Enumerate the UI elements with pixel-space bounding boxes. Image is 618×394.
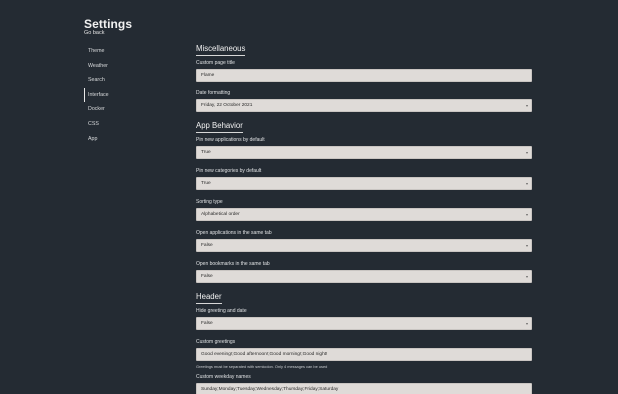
open-bookmarks-same-tab-label: Open bookmarks in the same tab xyxy=(196,261,270,267)
go-back-link[interactable]: Go back xyxy=(84,30,104,36)
sidebar-item-docker[interactable]: Docker xyxy=(84,102,154,117)
pin-categories-value: True xyxy=(201,181,211,186)
section-title-app-behavior: App Behavior xyxy=(196,121,243,133)
pin-apps-value: True xyxy=(201,150,211,155)
page-title: Settings xyxy=(84,17,133,31)
chevron-down-icon: ▾ xyxy=(525,321,528,326)
chevron-down-icon: ▾ xyxy=(525,181,528,186)
custom-page-title-value: Flame xyxy=(201,73,215,78)
settings-sidebar: Theme Weather Search Interface Docker CS… xyxy=(84,44,154,146)
custom-weekday-input[interactable]: Sunday;Monday;Tuesday;Wednesday;Thursday… xyxy=(196,383,532,394)
sidebar-item-app[interactable]: App xyxy=(84,132,154,147)
chevron-down-icon: ▾ xyxy=(525,103,528,108)
open-apps-same-tab-label: Open applications in the same tab xyxy=(196,230,272,236)
pin-apps-label: Pin new applications by default xyxy=(196,137,265,143)
open-apps-same-tab-select[interactable]: False ▾ xyxy=(196,239,532,252)
open-bookmarks-same-tab-select[interactable]: False ▾ xyxy=(196,270,532,283)
pin-categories-label: Pin new categories by default xyxy=(196,168,262,174)
hide-greeting-select[interactable]: False ▾ xyxy=(196,317,532,330)
hide-greeting-value: False xyxy=(201,321,213,326)
date-formatting-label: Date formatting xyxy=(196,90,231,96)
custom-weekday-value: Sunday;Monday;Tuesday;Wednesday;Thursday… xyxy=(201,387,339,392)
pin-apps-select[interactable]: True ▾ xyxy=(196,146,532,159)
chevron-down-icon: ▾ xyxy=(525,274,528,279)
pin-categories-select[interactable]: True ▾ xyxy=(196,177,532,190)
sorting-type-label: Sorting type xyxy=(196,199,223,205)
custom-greetings-input[interactable]: Good evening!;Good afternoon!;Good morni… xyxy=(196,348,532,361)
sidebar-item-weather[interactable]: Weather xyxy=(84,59,154,74)
custom-greetings-hint: Greetings must be separated with semicol… xyxy=(196,364,328,369)
section-title-header: Header xyxy=(196,292,222,304)
hide-greeting-label: Hide greeting and date xyxy=(196,308,247,314)
sidebar-item-theme[interactable]: Theme xyxy=(84,44,154,59)
date-formatting-select[interactable]: Friday, 22 October 2021 ▾ xyxy=(196,99,532,112)
chevron-down-icon: ▾ xyxy=(525,243,528,248)
custom-page-title-label: Custom page title xyxy=(196,60,235,66)
custom-weekday-label: Custom weekday names xyxy=(196,374,251,380)
custom-greetings-label: Custom greetings xyxy=(196,339,236,345)
open-bookmarks-same-tab-value: False xyxy=(201,274,213,279)
section-title-miscellaneous: Miscellaneous xyxy=(196,44,246,56)
chevron-down-icon: ▾ xyxy=(525,212,528,217)
chevron-down-icon: ▾ xyxy=(525,150,528,155)
custom-page-title-input[interactable]: Flame xyxy=(196,69,532,82)
sidebar-item-interface[interactable]: Interface xyxy=(84,87,154,103)
sidebar-item-css[interactable]: CSS xyxy=(84,117,154,132)
open-apps-same-tab-value: False xyxy=(201,243,213,248)
sidebar-item-search[interactable]: Search xyxy=(84,73,154,88)
sorting-type-select[interactable]: Alphabetical order ▾ xyxy=(196,208,532,221)
settings-page: Settings Go back Theme Weather Search In… xyxy=(0,0,618,394)
date-formatting-value: Friday, 22 October 2021 xyxy=(201,103,253,108)
custom-greetings-value: Good evening!;Good afternoon!;Good morni… xyxy=(201,352,328,357)
sorting-type-value: Alphabetical order xyxy=(201,212,240,217)
